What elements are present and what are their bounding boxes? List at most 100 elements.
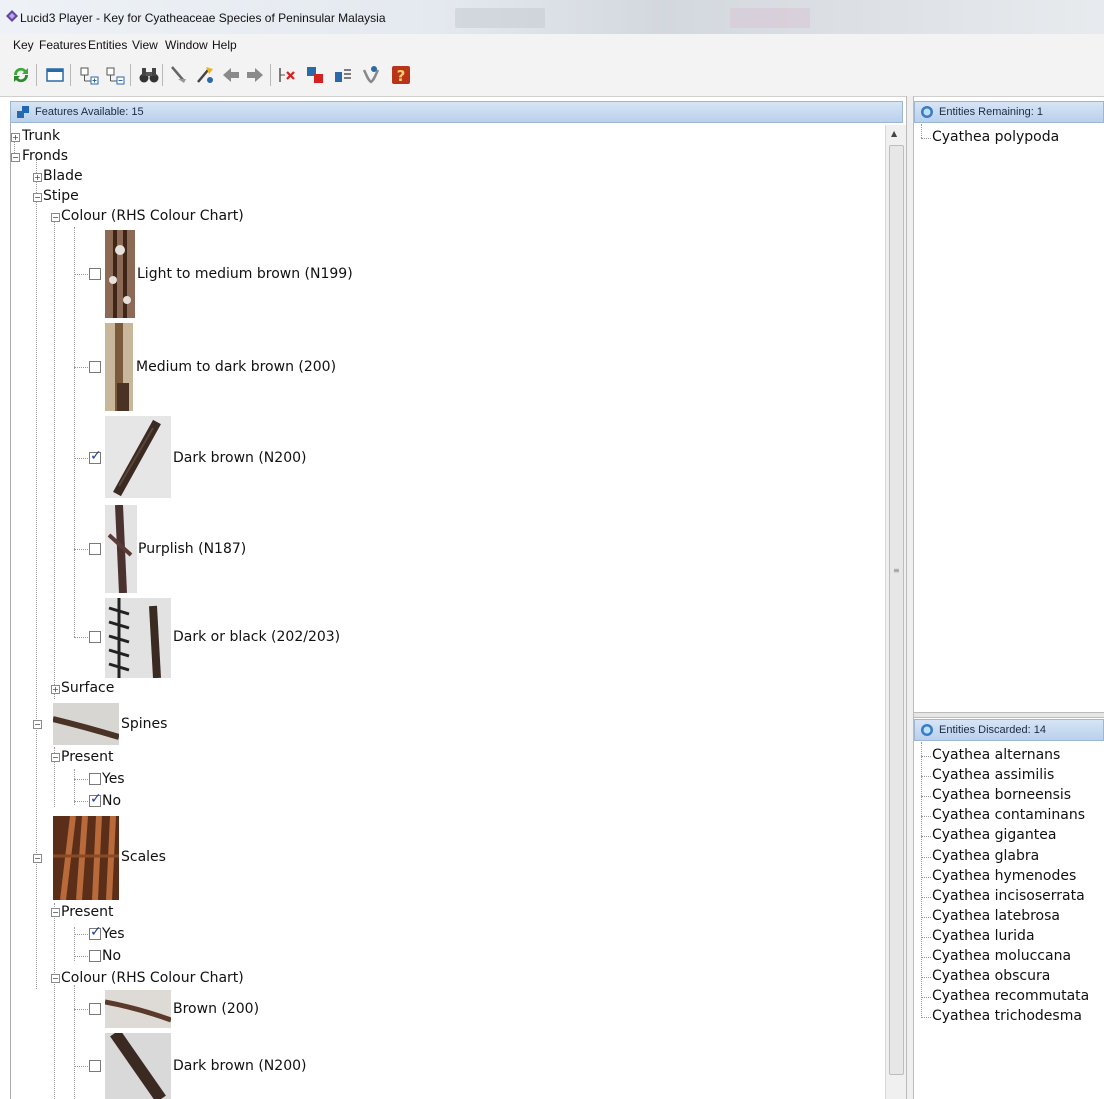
- back-icon[interactable]: [220, 64, 242, 86]
- binoculars-icon[interactable]: [138, 64, 160, 86]
- state-checkbox[interactable]: [89, 950, 101, 962]
- feature-scales-present[interactable]: Present: [61, 904, 114, 920]
- spines-present-expander[interactable]: −: [51, 753, 60, 762]
- menu-help[interactable]: Help: [212, 38, 237, 52]
- state-checkbox[interactable]: [89, 268, 101, 280]
- tree-guide: [921, 796, 931, 798]
- prune-icon[interactable]: [168, 64, 190, 86]
- spines-expander[interactable]: −: [33, 720, 42, 729]
- forward-icon[interactable]: [244, 64, 266, 86]
- state-thumbnail: [105, 416, 171, 498]
- menu-view[interactable]: View: [132, 38, 158, 52]
- state-label[interactable]: Yes: [102, 771, 125, 787]
- help-icon[interactable]: ?: [390, 64, 412, 86]
- scroll-up-arrow-icon[interactable]: ▲: [891, 129, 897, 138]
- filter-icon[interactable]: [360, 64, 382, 86]
- window-icon[interactable]: [44, 64, 66, 86]
- entity-item[interactable]: Cyathea assimilis: [932, 767, 1054, 783]
- state-checkbox[interactable]: ✓: [89, 924, 102, 940]
- entities-discarded-label: Entities Discarded: 14: [939, 724, 1046, 736]
- feature-scales-colour[interactable]: Colour (RHS Colour Chart): [61, 970, 244, 986]
- title-bar-blur: [455, 8, 545, 28]
- features-tree: + Trunk − Fronds + Blade − Stipe − Colou…: [10, 123, 907, 1099]
- entity-item[interactable]: Cyathea glabra: [932, 848, 1039, 864]
- state-label[interactable]: Medium to dark brown (200): [136, 359, 336, 375]
- state-label[interactable]: Dark brown (N200): [173, 1058, 306, 1074]
- scales-present-expander[interactable]: −: [51, 908, 60, 917]
- entity-item[interactable]: Cyathea moluccana: [932, 948, 1071, 964]
- state-checkbox[interactable]: [89, 631, 101, 643]
- feature-scales[interactable]: Scales: [121, 849, 166, 865]
- restart-icon[interactable]: [10, 64, 32, 86]
- feature-trunk[interactable]: Trunk: [22, 128, 60, 144]
- feature-stipe-colour[interactable]: Colour (RHS Colour Chart): [61, 208, 244, 224]
- entity-item[interactable]: Cyathea incisoserrata: [932, 888, 1085, 904]
- features-scrollbar[interactable]: ▲ ≡: [885, 125, 906, 1099]
- feature-stipe[interactable]: Stipe: [43, 188, 79, 204]
- state-label[interactable]: Brown (200): [173, 1001, 259, 1017]
- toolbar-separator: [36, 64, 37, 86]
- state-checkbox[interactable]: ✓: [89, 448, 102, 464]
- entity-item[interactable]: Cyathea alternans: [932, 747, 1060, 763]
- state-label[interactable]: Yes: [102, 926, 125, 942]
- tree-guide: [74, 274, 88, 275]
- tree-guide: [74, 956, 88, 957]
- trunk-expander[interactable]: +: [11, 133, 20, 142]
- spines-thumbnail: [53, 703, 119, 745]
- entity-item[interactable]: Cyathea obscura: [932, 968, 1050, 984]
- expand-icon[interactable]: [78, 64, 100, 86]
- blade-expander[interactable]: +: [33, 173, 42, 182]
- checkmark-icon: ✓: [90, 448, 102, 464]
- feature-surface[interactable]: Surface: [61, 680, 114, 696]
- state-label[interactable]: Dark brown (N200): [173, 450, 306, 466]
- surface-expander[interactable]: +: [51, 685, 60, 694]
- scales-colour-expander[interactable]: −: [51, 974, 60, 983]
- collapse-icon[interactable]: [104, 64, 126, 86]
- state-label[interactable]: Purplish (N187): [138, 541, 246, 557]
- scrollbar-thumb[interactable]: ≡: [889, 145, 904, 1075]
- entity-item[interactable]: Cyathea hymenodes: [932, 868, 1076, 884]
- entity-item[interactable]: Cyathea contaminans: [932, 807, 1085, 823]
- fronds-expander[interactable]: −: [11, 153, 20, 162]
- state-label[interactable]: Light to medium brown (N199): [137, 266, 353, 282]
- panel-splitter[interactable]: [906, 96, 914, 1099]
- feature-blade[interactable]: Blade: [43, 168, 83, 184]
- title-bar: Lucid3 Player - Key for Cyatheaceae Spec…: [0, 0, 1104, 34]
- entity-item[interactable]: Cyathea lurida: [932, 928, 1035, 944]
- entity-item[interactable]: Cyathea recommutata: [932, 988, 1089, 1004]
- state-label[interactable]: Dark or black (202/203): [173, 629, 340, 645]
- stipe-colour-expander[interactable]: −: [51, 213, 60, 222]
- feature-spines-present[interactable]: Present: [61, 749, 114, 765]
- tree-guide: [74, 458, 88, 459]
- state-checkbox[interactable]: [89, 361, 101, 373]
- feature-spines[interactable]: Spines: [121, 716, 167, 732]
- scales-expander[interactable]: −: [33, 854, 42, 863]
- tree-guide: [74, 227, 75, 637]
- differences-icon[interactable]: [304, 64, 326, 86]
- menu-entities[interactable]: Entities: [88, 38, 127, 52]
- state-checkbox[interactable]: [89, 1003, 101, 1015]
- state-checkbox[interactable]: [89, 773, 101, 785]
- state-checkbox[interactable]: ✓: [89, 791, 102, 807]
- menu-features[interactable]: Features: [39, 38, 86, 52]
- menu-window[interactable]: Window: [165, 38, 208, 52]
- state-thumbnail: [105, 598, 171, 678]
- entities-splitter[interactable]: [914, 712, 1104, 718]
- entity-item[interactable]: Cyathea trichodesma: [932, 1008, 1082, 1024]
- stipe-expander[interactable]: −: [33, 193, 42, 202]
- best-icon[interactable]: [194, 64, 216, 86]
- state-label[interactable]: No: [102, 793, 121, 809]
- menu-key[interactable]: Key: [13, 38, 34, 52]
- entity-item[interactable]: Cyathea polypoda: [932, 129, 1059, 145]
- entities-icon: [921, 724, 933, 736]
- entity-item[interactable]: Cyathea borneensis: [932, 787, 1071, 803]
- tree-guide: [74, 985, 75, 1099]
- entity-item[interactable]: Cyathea gigantea: [932, 827, 1056, 843]
- exclude-icon[interactable]: [276, 64, 298, 86]
- sort-icon[interactable]: [332, 64, 354, 86]
- state-checkbox[interactable]: [89, 1060, 101, 1072]
- feature-fronds[interactable]: Fronds: [22, 148, 68, 164]
- entity-item[interactable]: Cyathea latebrosa: [932, 908, 1060, 924]
- state-label[interactable]: No: [102, 948, 121, 964]
- state-checkbox[interactable]: [89, 543, 101, 555]
